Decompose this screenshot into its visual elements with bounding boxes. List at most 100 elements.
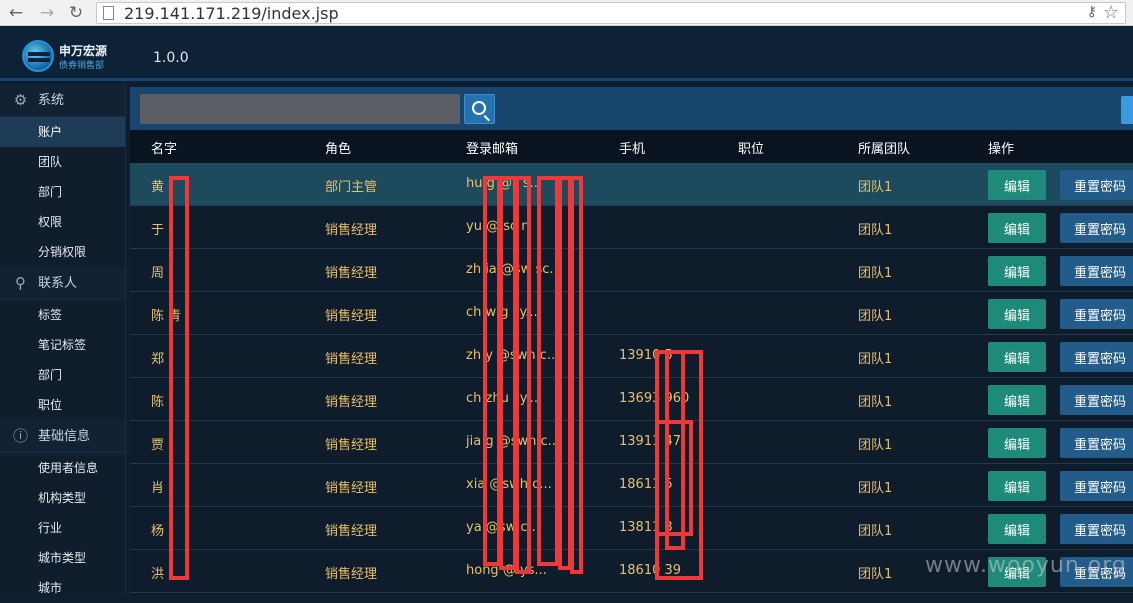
cell-role: 销售经理 — [325, 309, 378, 324]
edit-button[interactable]: 编辑 — [988, 256, 1046, 286]
cell-role: 销售经理 — [325, 567, 378, 582]
main-content: 名字 角色 登录邮箱 手机 职位 所属团队 操作 黄部门主管 hu g @s s.… — [130, 84, 1133, 595]
cell-name: 杨 — [151, 524, 165, 539]
cell-team: 团队1 — [858, 352, 893, 367]
cell-team: 团队1 — [858, 524, 893, 539]
search-icon — [472, 101, 486, 115]
column-header-name[interactable]: 名字 — [151, 138, 177, 157]
search-toolbar — [130, 87, 1133, 130]
sidebar-group-label: 基础信息 — [38, 429, 91, 444]
reset-password-button[interactable]: 重置密码 — [1060, 428, 1133, 458]
reset-password-button[interactable]: 重置密码 — [1060, 471, 1133, 501]
sidebar-item-note-tags[interactable]: 笔记标签 — [0, 330, 125, 360]
cell-team: 团队1 — [858, 266, 893, 281]
cell-role: 销售经理 — [325, 223, 378, 238]
cell-team: 团队1 — [858, 180, 893, 195]
url-text[interactable]: 219.141.171.219/index.jsp — [124, 4, 339, 23]
cell-name: 贾 — [151, 438, 165, 453]
bookmark-star-icon[interactable]: ☆ — [1103, 2, 1119, 23]
table-row[interactable]: 贾销售经理 jia g @swh c... 13911 47 团队1 编辑 重置密码 — [130, 421, 1133, 464]
cell-name: 陈 — [151, 395, 165, 410]
reset-password-button[interactable]: 重置密码 — [1060, 170, 1133, 200]
key-icon[interactable]: ⚷ — [1087, 4, 1097, 20]
sidebar-item-tags[interactable]: 标签 — [0, 300, 125, 330]
gear-icon: ⚙ — [13, 91, 28, 109]
reset-password-button[interactable]: 重置密码 — [1060, 342, 1133, 372]
arrow-left-icon[interactable]: ← — [6, 3, 26, 23]
reset-password-button[interactable]: 重置密码 — [1060, 299, 1133, 329]
cell-team: 团队1 — [858, 309, 893, 324]
table-row[interactable]: 陈 青销售经理 ch w g sy... 团队1 编辑 重置密码 — [130, 292, 1133, 335]
column-header-email[interactable]: 登录邮箱 — [466, 138, 518, 157]
sidebar-group-basic-info[interactable]: ⓘ 基础信息 — [0, 420, 125, 453]
redaction-box — [537, 176, 559, 566]
search-input[interactable] — [140, 94, 460, 124]
table-row[interactable]: 郑销售经理 zh y @swh c... 13910 5 团队1 编辑 重置密码 — [130, 335, 1133, 378]
reset-password-button[interactable]: 重置密码 — [1060, 514, 1133, 544]
cell-team: 团队1 — [858, 395, 893, 410]
cell-team: 团队1 — [858, 481, 893, 496]
column-header-actions: 操作 — [988, 142, 1015, 157]
sidebar: ⚙ 系统 账户 团队 部门 权限 分销权限 ⚲ 联系人 标签 笔记标签 部门 职… — [0, 84, 126, 595]
edit-button[interactable]: 编辑 — [988, 514, 1046, 544]
table-row[interactable]: 黄部门主管 hu g @s s... 团队1 编辑 重置密码 — [130, 163, 1133, 206]
cell-team: 团队1 — [858, 567, 893, 582]
edit-button[interactable]: 编辑 — [988, 342, 1046, 372]
cell-name: 洪 — [151, 567, 165, 582]
sidebar-item-department[interactable]: 部门 — [0, 177, 125, 207]
search-button[interactable] — [464, 94, 495, 124]
company-logo-icon — [22, 40, 54, 72]
column-header-team[interactable]: 所属团队 — [858, 138, 910, 157]
sidebar-item-city-type[interactable]: 城市类型 — [0, 543, 125, 573]
reset-password-button[interactable]: 重置密码 — [1060, 256, 1133, 286]
sidebar-item-org-type[interactable]: 机构类型 — [0, 483, 125, 513]
edit-button[interactable]: 编辑 — [988, 471, 1046, 501]
arrow-right-icon[interactable]: → — [37, 3, 57, 23]
reset-password-button[interactable]: 重置密码 — [1060, 213, 1133, 243]
edit-button[interactable]: 编辑 — [988, 385, 1046, 415]
sidebar-item-user-info[interactable]: 使用者信息 — [0, 453, 125, 483]
logo-subtitle: 债券销售部 — [59, 61, 105, 71]
cell-name: 周 — [151, 266, 165, 281]
sidebar-item-distribution-permission[interactable]: 分销权限 — [0, 237, 125, 267]
table-row[interactable]: 周销售经理 zh ia @sw sc... 团队1 编辑 重置密码 — [130, 249, 1133, 292]
table-row[interactable]: 于销售经理 yu @ sc n 团队1 编辑 重置密码 — [130, 206, 1133, 249]
column-header-role[interactable]: 角色 — [325, 138, 351, 157]
edit-button[interactable]: 编辑 — [988, 428, 1046, 458]
address-bar[interactable]: 219.141.171.219/index.jsp ⚷ ☆ — [96, 2, 1126, 24]
redaction-box — [169, 176, 189, 580]
sidebar-group-label: 系统 — [38, 93, 65, 108]
redaction-box — [515, 176, 531, 574]
table-row[interactable]: 杨销售经理 ya @sw c... 13811 3 团队1 编辑 重置密码 — [130, 507, 1133, 550]
edit-button[interactable]: 编辑 — [988, 170, 1046, 200]
info-icon: ⓘ — [12, 427, 28, 445]
sidebar-item-permission[interactable]: 权限 — [0, 207, 125, 237]
sidebar-item-account[interactable]: 账户 — [0, 117, 125, 147]
user-icon: ⚲ — [15, 274, 26, 292]
cell-name: 肖 — [151, 481, 165, 496]
cell-team: 团队1 — [858, 438, 893, 453]
sidebar-group-label: 联系人 — [38, 276, 78, 291]
sidebar-item-city[interactable]: 城市 — [0, 573, 125, 603]
sidebar-item-contact-department[interactable]: 部门 — [0, 360, 125, 390]
edit-button[interactable]: 编辑 — [988, 213, 1046, 243]
sidebar-item-team[interactable]: 团队 — [0, 147, 125, 177]
app-version: 1.0.0 — [153, 50, 189, 66]
sidebar-group-contacts[interactable]: ⚲ 联系人 — [0, 267, 125, 300]
redaction-box — [570, 176, 583, 574]
reset-password-button[interactable]: 重置密码 — [1060, 385, 1133, 415]
sidebar-item-position[interactable]: 职位 — [0, 390, 125, 420]
table-row[interactable]: 陈销售经理 ch zhu sy... 13693 960 团队1 编辑 重置密码 — [130, 378, 1133, 421]
browser-toolbar: ← → ↻ 219.141.171.219/index.jsp ⚷ ☆ — [0, 0, 1133, 26]
cell-role: 销售经理 — [325, 438, 378, 453]
toolbar-right-button[interactable] — [1121, 96, 1133, 124]
table-row[interactable]: 肖销售经理 xia @swh c... 18611 5 团队1 编辑 重置密码 — [130, 464, 1133, 507]
sidebar-group-system[interactable]: ⚙ 系统 — [0, 84, 125, 117]
column-header-phone[interactable]: 手机 — [619, 138, 645, 157]
reload-icon[interactable]: ↻ — [66, 3, 86, 23]
sidebar-item-industry[interactable]: 行业 — [0, 513, 125, 543]
logo-title: 申万宏源 — [59, 44, 108, 58]
edit-button[interactable]: 编辑 — [988, 299, 1046, 329]
column-header-position[interactable]: 职位 — [738, 138, 764, 157]
cell-team: 团队1 — [858, 223, 893, 238]
